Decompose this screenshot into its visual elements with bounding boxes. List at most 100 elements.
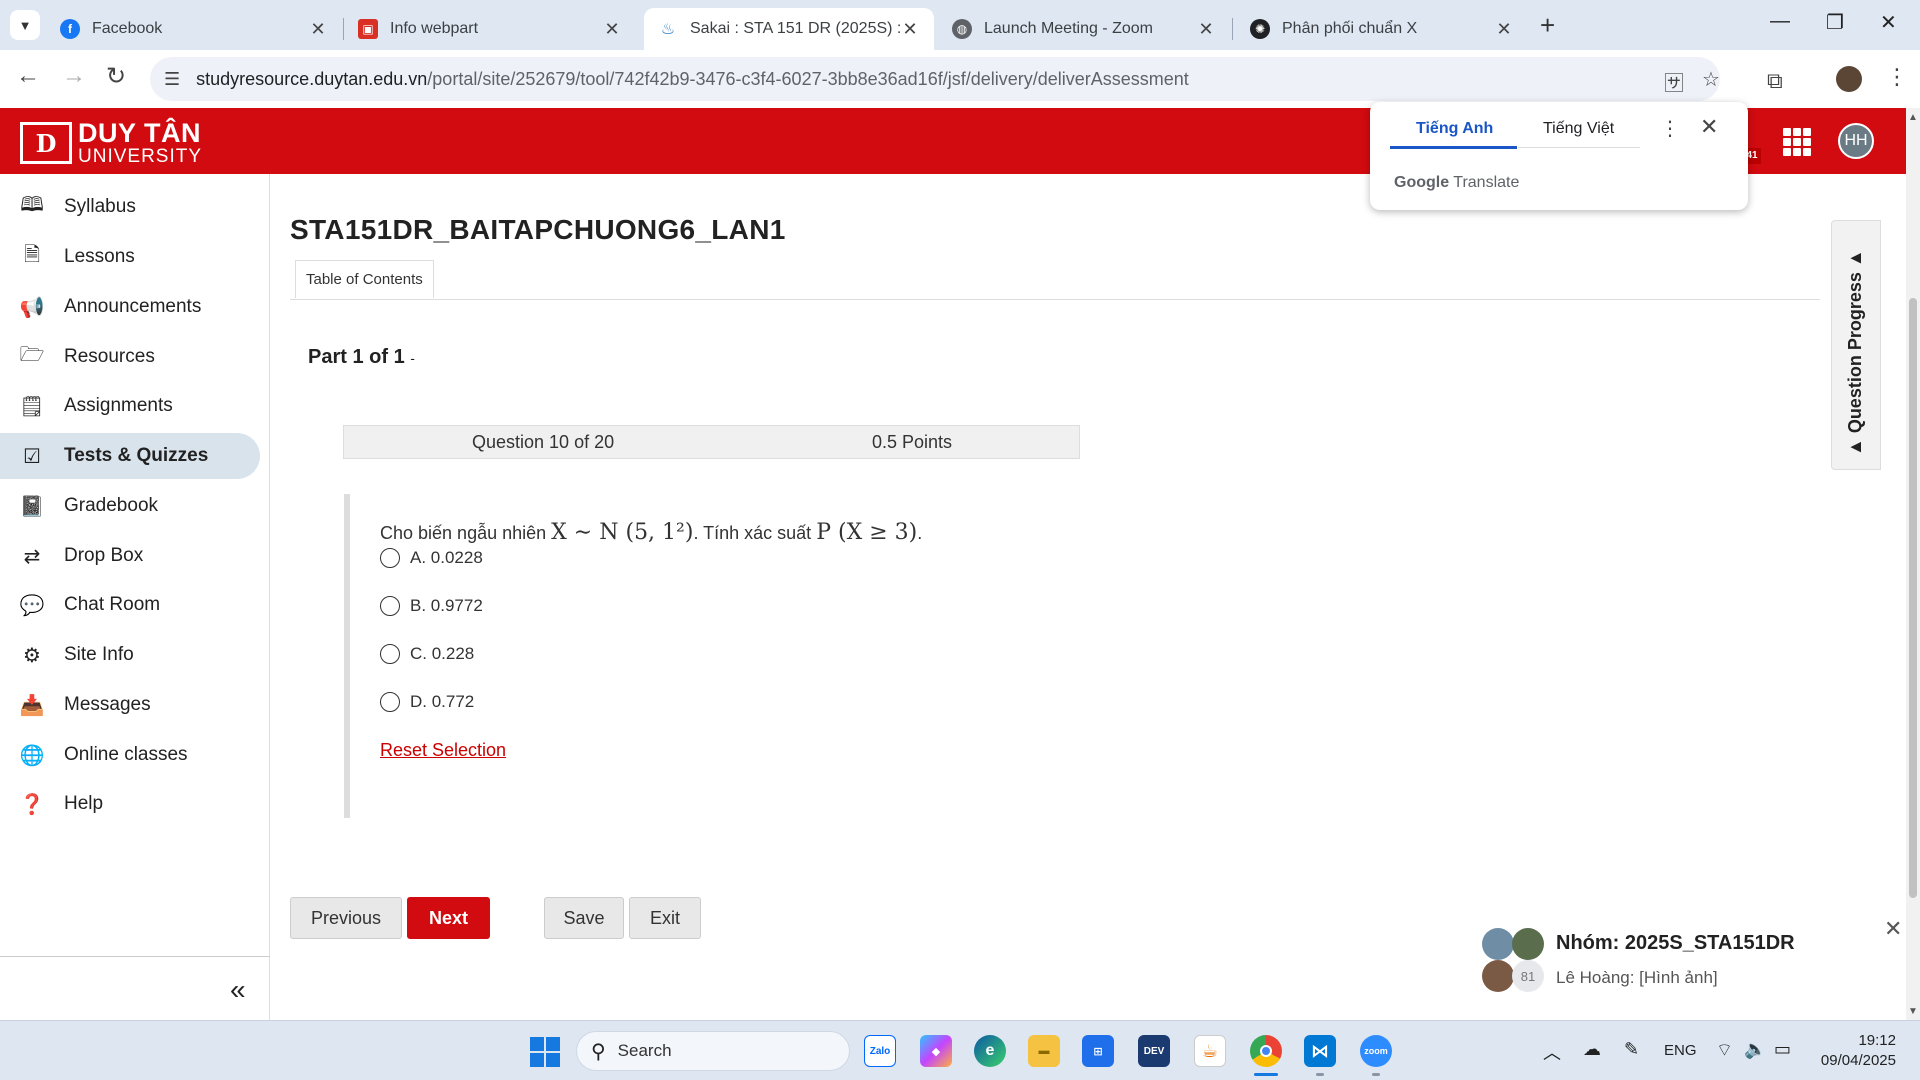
sidebar-item-tests-quizzes[interactable]: ☑ Tests & Quizzes bbox=[0, 433, 260, 479]
translate-tab-english[interactable]: Tiếng Anh bbox=[1416, 120, 1493, 138]
save-button[interactable]: Save bbox=[544, 897, 624, 939]
tab-facebook[interactable]: f Facebook ✕ bbox=[46, 8, 342, 50]
close-icon[interactable]: ✕ bbox=[1884, 916, 1902, 942]
next-button[interactable]: Next bbox=[407, 897, 490, 939]
java-icon[interactable]: ☕ bbox=[1194, 1035, 1226, 1067]
close-tab-icon[interactable]: ✕ bbox=[308, 19, 328, 40]
devcpp-icon[interactable]: DEV bbox=[1138, 1035, 1170, 1067]
sidebar-item-help[interactable]: ❓ Help bbox=[0, 781, 260, 827]
zalo-icon[interactable]: Zalo bbox=[864, 1035, 896, 1067]
sidebar-item-online-classes[interactable]: 🌐 Online classes bbox=[0, 732, 260, 778]
answer-option-b[interactable]: B. 0.9772 bbox=[380, 596, 483, 616]
tab-search-dropdown-button[interactable]: ▼ bbox=[10, 10, 40, 40]
windows-start-icon[interactable] bbox=[530, 1037, 560, 1067]
radio-button[interactable] bbox=[380, 596, 400, 616]
restore-icon[interactable]: ❐ bbox=[1826, 10, 1844, 35]
answer-option-c[interactable]: C. 0.228 bbox=[380, 644, 474, 664]
exit-button[interactable]: Exit bbox=[629, 897, 701, 939]
duytan-logo[interactable]: D DUY TÂN UNIVERSITY bbox=[20, 120, 202, 166]
reset-selection-link[interactable]: Reset Selection bbox=[380, 740, 506, 761]
browser-tab-strip: ▼ f Facebook ✕ ▣ Info webpart ✕ ♨ Sakai … bbox=[0, 0, 1920, 50]
logo-text: DUY TÂN bbox=[78, 118, 202, 148]
window-close-icon[interactable]: ✕ bbox=[1880, 10, 1897, 35]
windows-taskbar: ⚲ Search Zalo ◆ e ▬ ⊞ DEV ☕ ⋈ zoom ︿ ☁ ✎… bbox=[0, 1020, 1920, 1080]
sidebar-item-site-info[interactable]: ⚙ Site Info bbox=[0, 632, 260, 678]
onedrive-icon[interactable]: ☁ bbox=[1583, 1039, 1601, 1060]
radio-button[interactable] bbox=[380, 548, 400, 568]
translate-tab-vietnamese[interactable]: Tiếng Việt bbox=[1543, 120, 1614, 138]
assessment-main: STA151DR_BAITAPCHUONG6_LAN1 Table of Con… bbox=[270, 174, 1906, 1020]
radio-button[interactable] bbox=[380, 644, 400, 664]
zoom-icon[interactable]: zoom bbox=[1360, 1035, 1392, 1067]
close-tab-icon[interactable]: ✕ bbox=[1494, 19, 1514, 40]
vscode-icon[interactable]: ⋈ bbox=[1304, 1035, 1336, 1067]
chrome-icon[interactable] bbox=[1250, 1035, 1282, 1067]
sidebar-item-label: Gradebook bbox=[64, 495, 159, 516]
sidebar-item-drop-box[interactable]: ⇄ Drop Box bbox=[0, 533, 260, 579]
close-tab-icon[interactable]: ✕ bbox=[900, 19, 920, 40]
copilot-icon[interactable]: ◆ bbox=[920, 1035, 952, 1067]
forward-arrow-icon[interactable]: → bbox=[62, 62, 86, 90]
collapse-sidebar-icon[interactable]: « bbox=[230, 974, 246, 1006]
close-tab-icon[interactable]: ✕ bbox=[1196, 19, 1216, 40]
table-of-contents-tab[interactable]: Table of Contents bbox=[295, 260, 434, 298]
tab-sakai[interactable]: ♨ Sakai : STA 151 DR (2025S) : Tes ✕ bbox=[644, 8, 934, 50]
more-options-icon[interactable]: ⋮ bbox=[1660, 116, 1680, 141]
close-icon[interactable]: ✕ bbox=[1700, 114, 1718, 140]
question-progress-tab[interactable]: ▲ Question Progress ▲ bbox=[1831, 220, 1881, 470]
radio-button[interactable] bbox=[380, 692, 400, 712]
language-indicator[interactable]: ENG bbox=[1664, 1042, 1697, 1059]
page-scrollbar[interactable]: ▲ ▼ bbox=[1906, 108, 1920, 1020]
translate-icon[interactable]: 🈂 bbox=[1664, 67, 1684, 96]
sidebar-item-syllabus[interactable]: 🕮 Syllabus bbox=[0, 184, 260, 230]
sidebar-item-label: Tests & Quizzes bbox=[64, 445, 209, 466]
globe-icon: ◍ bbox=[952, 19, 972, 39]
assignment-icon: 🗒 bbox=[19, 395, 45, 418]
minimize-icon[interactable]: — bbox=[1770, 10, 1790, 33]
user-avatar[interactable]: HH bbox=[1838, 123, 1874, 159]
extensions-puzzle-icon[interactable]: ⧉ bbox=[1767, 68, 1783, 94]
sidebar-item-chat-room[interactable]: 💬 Chat Room bbox=[0, 582, 260, 628]
zalo-notification[interactable]: 81 Nhóm: 2025S_STA151DR Lê Hoàng: [Hình … bbox=[1474, 916, 1906, 1016]
battery-icon[interactable]: ▭ bbox=[1774, 1039, 1791, 1060]
reload-icon[interactable]: ↻ bbox=[106, 62, 126, 91]
scrollbar-thumb[interactable] bbox=[1909, 298, 1917, 898]
sidebar-item-messages[interactable]: 📥 Messages bbox=[0, 682, 260, 728]
show-hidden-icons-chevron[interactable]: ︿ bbox=[1543, 1039, 1561, 1065]
sidebar-item-announcements[interactable]: 📢 Announcements bbox=[0, 284, 260, 330]
document-icon: 🗎 bbox=[23, 244, 41, 266]
sidebar-item-resources[interactable]: 🗁 Resources bbox=[0, 334, 260, 380]
scroll-down-icon[interactable]: ▼ bbox=[1908, 1006, 1918, 1017]
system-clock[interactable]: 19:12 09/04/2025 bbox=[1818, 1031, 1896, 1071]
tab-chatgpt[interactable]: ✺ Phân phối chuẩn X ✕ bbox=[1236, 8, 1528, 50]
taskbar-search[interactable]: ⚲ Search bbox=[576, 1031, 850, 1071]
sidebar-item-gradebook[interactable]: 📓 Gradebook bbox=[0, 483, 260, 529]
pen-input-icon[interactable]: ✎ bbox=[1624, 1039, 1639, 1060]
sidebar-item-assignments[interactable]: 🗒 Assignments bbox=[0, 383, 260, 429]
address-bar[interactable]: ☰ studyresource.duytan.edu.vn/portal/sit… bbox=[150, 57, 1720, 101]
tab-zoom[interactable]: ◍ Launch Meeting - Zoom ✕ bbox=[938, 8, 1230, 50]
new-tab-plus-icon[interactable]: + bbox=[1540, 10, 1555, 41]
tab-info-webpart[interactable]: ▣ Info webpart ✕ bbox=[344, 8, 636, 50]
answer-option-a[interactable]: A. 0.0228 bbox=[380, 548, 483, 568]
apps-grid-icon[interactable] bbox=[1783, 128, 1811, 156]
wifi-icon[interactable]: ⌔ bbox=[1716, 1039, 1733, 1062]
edge-icon[interactable]: e bbox=[974, 1035, 1006, 1067]
profile-avatar[interactable] bbox=[1836, 66, 1862, 92]
google-wordmark: Google bbox=[1394, 174, 1450, 191]
file-explorer-icon[interactable]: ▬ bbox=[1028, 1035, 1060, 1067]
chrome-menu-icon[interactable]: ⋮ bbox=[1886, 64, 1908, 90]
back-arrow-icon[interactable]: ← bbox=[16, 62, 40, 90]
close-tab-icon[interactable]: ✕ bbox=[602, 19, 622, 40]
part-title-text: Part 1 of 1 bbox=[308, 346, 405, 368]
site-info-icon[interactable]: ☰ bbox=[164, 69, 180, 90]
help-icon: ❓ bbox=[19, 793, 45, 816]
previous-button[interactable]: Previous bbox=[290, 897, 402, 939]
volume-icon[interactable]: 🔈 bbox=[1744, 1039, 1766, 1060]
sidebar-item-lessons[interactable]: 🗎 Lessons bbox=[0, 234, 260, 280]
sidebar-item-label: Drop Box bbox=[64, 545, 144, 566]
bookmark-star-icon[interactable]: ☆ bbox=[1702, 67, 1720, 92]
scroll-up-icon[interactable]: ▲ bbox=[1908, 112, 1918, 123]
answer-option-d[interactable]: D. 0.772 bbox=[380, 692, 474, 712]
microsoft-store-icon[interactable]: ⊞ bbox=[1082, 1035, 1114, 1067]
